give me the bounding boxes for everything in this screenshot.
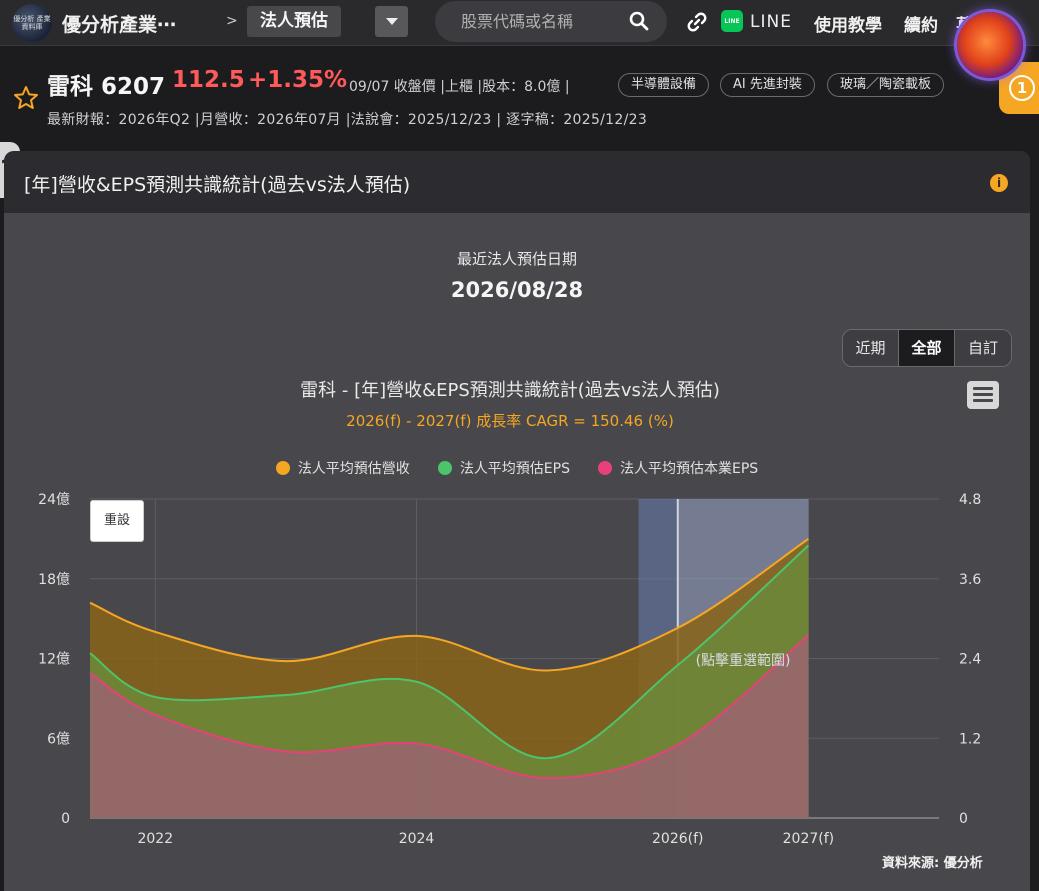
stock-change: +1.35% [248,67,348,93]
y-right-tick-label: 0 [959,811,968,827]
top-nav: 優分析 產業資料庫 優分析產業⋯ > 法人預估 LINE LINE 使用教學 續… [0,0,1039,46]
nav-link-renew[interactable]: 續約 [904,11,938,36]
y-left-tick-label: 0 [61,811,70,827]
search-box[interactable] [435,1,667,42]
card-title: [年]營收&EPS預測共識統計(過去vs法人預估) [24,174,411,196]
search-input[interactable] [461,12,631,31]
x-tick-label: 2022 [137,831,173,847]
line-link[interactable]: LINE [750,12,792,32]
selection-hint: (點擊重選範圍) [696,652,791,669]
breadcrumb-separator: > [226,13,238,29]
user-avatar[interactable] [957,12,1023,78]
stock-tag[interactable]: 半導體設備 [618,73,710,97]
info-icon[interactable]: i [990,174,1008,192]
link-icon[interactable] [686,11,708,33]
line-icon[interactable]: LINE [721,10,743,32]
data-source: 資料來源: 優分析 [882,856,983,871]
stock-tag[interactable]: AI 先進封裝 [720,73,815,97]
x-tick-label: 2024 [399,831,435,847]
forecast-card: [年]營收&EPS預測共識統計(過去vs法人預估) i 最近法人預估日期 202… [4,151,1030,891]
star-icon[interactable] [13,85,39,111]
breadcrumb-dropdown-button[interactable] [375,6,408,37]
estimate-date-label: 最近法人預估日期 [456,250,577,268]
y-right-tick-label: 1.2 [959,731,981,747]
stock-meta: 09/07 收盤價 |上櫃 |股本：8.0億 | [349,79,570,95]
y-left-tick-label: 18億 [38,572,70,588]
stock-name: 雷科 6207 [47,74,166,100]
stock-price: 112.5 [172,67,245,93]
stock-tag[interactable]: 玻璃／陶瓷載板 [827,73,945,97]
site-logo[interactable]: 優分析 產業資料庫 [12,4,52,42]
search-icon[interactable] [629,11,649,31]
caret-down-icon [385,18,398,25]
x-tick-label: 2026(f) [652,831,703,847]
y-right-tick-label: 2.4 [959,652,981,668]
y-left-tick-label: 12億 [38,652,70,668]
site-title[interactable]: 優分析產業⋯ [62,10,176,37]
y-right-tick-label: 4.8 [959,492,981,508]
y-left-tick-label: 24億 [38,492,70,508]
x-tick-label: 2027(f) [783,831,834,847]
nav-link-tutorial[interactable]: 使用教學 [814,11,882,36]
estimate-date: 2026/08/28 [450,278,584,302]
y-left-tick-label: 6億 [47,731,70,747]
notification-count: 1 [1009,75,1035,101]
y-right-tick-label: 3.6 [959,572,981,588]
breadcrumb-current[interactable]: 法人預估 [247,6,341,37]
stock-sub-info: 最新財報：2026年Q2 |月營收：2026年07月 |法說會：2025/12/… [47,112,648,128]
reset-zoom-button[interactable]: 重設 [90,500,144,542]
forecast-chart[interactable]: 0 6億 12億 18億 24億 0 1.2 2.4 3.6 4.8 2022 2024 2026(f)… [4,302,1030,862]
card-header: [年]營收&EPS預測共識統計(過去vs法人預估) i [4,151,1030,213]
